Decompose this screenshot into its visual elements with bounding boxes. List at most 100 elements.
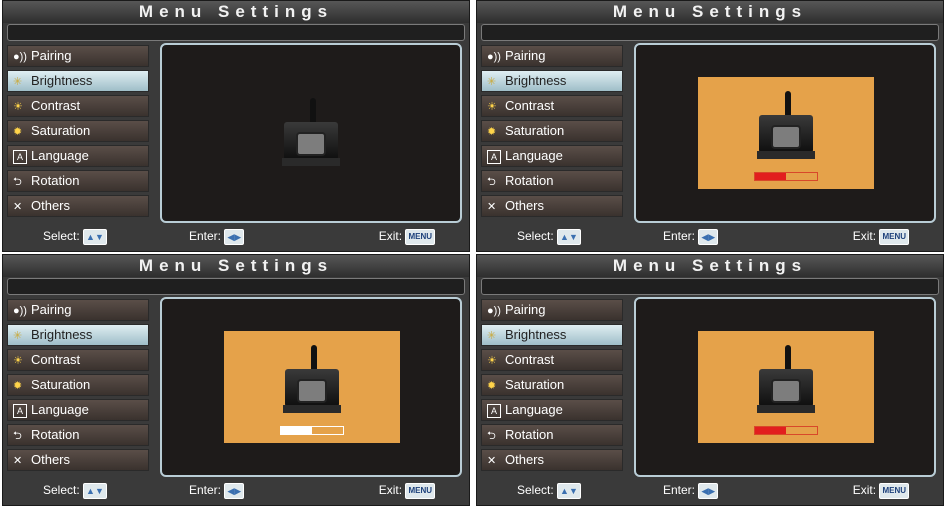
exit-hint: Exit: MENU [379,483,435,499]
saturation-icon: ✹ [487,380,497,392]
enter-hint: Enter: ◀▶ [189,229,245,245]
sidebar-item-label: Others [505,452,545,467]
sidebar-item-rotation[interactable]: ⮌ Rotation [481,170,623,192]
sidebar-item-label: Others [505,198,545,213]
exit-hint: Exit: MENU [379,229,435,245]
up-down-keys-icon: ▲▼ [557,229,581,245]
sidebar-item-language[interactable]: A Language [481,399,623,421]
brightness-level-bar[interactable] [754,426,818,435]
sidebar-item-contrast[interactable]: ☀ Contrast [7,95,149,117]
sidebar-item-language[interactable]: A Language [7,145,149,167]
brightness-level-fill [755,173,786,180]
menu-header-bar [481,278,939,295]
sidebar-item-label: Rotation [31,173,80,188]
camera-base [757,405,815,413]
camera-lens [296,132,326,156]
left-right-keys-icon: ◀▶ [698,229,719,245]
camera-image [755,91,817,161]
menu-header-bar [7,24,465,41]
menu-header-bar [481,24,939,41]
sidebar-item-saturation[interactable]: ✹ Saturation [7,120,149,142]
settings-sidebar: ●)) Pairing ✳ Brightness ☀ Contrast ✹ Satura… [481,299,623,474]
sidebar-item-saturation[interactable]: ✹ Saturation [7,374,149,396]
sidebar-item-pairing[interactable]: ●)) Pairing [7,299,149,321]
menu-key-icon: MENU [405,483,435,499]
sidebar-item-contrast[interactable]: ☀ Contrast [481,349,623,371]
saturation-icon: ✹ [487,126,497,138]
sidebar-item-label: Pairing [505,48,546,63]
brightness-preview-screen [224,331,400,443]
select-hint: Select: ▲▼ [43,229,107,245]
sidebar-item-brightness[interactable]: ✳ Brightness [7,70,149,92]
sidebar-item-brightness[interactable]: ✳ Brightness [481,324,623,346]
pairing-icon: ●)) [487,51,501,63]
enter-hint: Enter: ◀▶ [663,483,719,499]
menu-panel-2: Menu Settings ●)) Pairing ✳ Brightness ☀ Co… [476,0,944,252]
up-down-keys-icon: ▲▼ [83,229,107,245]
sidebar-item-label: Language [505,148,563,163]
menu-key-icon: MENU [879,229,909,245]
sidebar-item-language[interactable]: A Language [481,145,623,167]
tools-icon: ✕ [487,201,497,213]
menu-key-icon: MENU [879,483,909,499]
sidebar-item-label: Pairing [31,302,72,317]
menu-key-icon: MENU [405,229,435,245]
sidebar-item-language[interactable]: A Language [7,399,149,421]
up-down-keys-icon: ▲▼ [557,483,581,499]
tools-icon: ✕ [13,455,23,467]
sidebar-item-others[interactable]: ✕ Others [7,195,149,217]
rotation-icon: ⮌ [13,176,22,188]
sidebar-item-brightness[interactable]: ✳ Brightness [481,70,623,92]
sidebar-item-pairing[interactable]: ●)) Pairing [481,299,623,321]
camera-lens [771,125,801,149]
sidebar-item-label: Brightness [31,73,93,88]
sidebar-item-contrast[interactable]: ☀ Contrast [481,95,623,117]
brightness-icon: ✳ [487,76,497,88]
settings-sidebar: ●)) Pairing ✳ Brightness ☀ Contrast ✹ Satura… [481,45,623,220]
rotation-icon: ⮌ [13,430,22,442]
brightness-icon: ✳ [13,330,23,342]
camera-image [755,345,817,415]
sidebar-item-rotation[interactable]: ⮌ Rotation [481,424,623,446]
left-right-keys-icon: ◀▶ [224,483,245,499]
enter-hint: Enter: ◀▶ [189,483,245,499]
sidebar-item-label: Rotation [505,173,554,188]
sidebar-item-contrast[interactable]: ☀ Contrast [7,349,149,371]
brightness-level-bar[interactable] [754,172,818,181]
sidebar-item-label: Saturation [505,377,565,392]
language-icon: A [13,149,27,164]
sidebar-item-others[interactable]: ✕ Others [481,449,623,471]
select-hint: Select: ▲▼ [517,229,581,245]
brightness-level-bar[interactable] [280,426,344,435]
saturation-icon: ✹ [13,380,23,392]
sidebar-item-pairing[interactable]: ●)) Pairing [7,45,149,67]
sidebar-item-label: Contrast [505,352,555,367]
pairing-icon: ●)) [13,51,27,63]
sidebar-item-rotation[interactable]: ⮌ Rotation [7,424,149,446]
sidebar-item-label: Saturation [505,123,565,138]
sidebar-item-saturation[interactable]: ✹ Saturation [481,374,623,396]
preview-area [160,43,462,223]
sidebar-item-label: Brightness [31,327,93,342]
pairing-icon: ●)) [13,305,27,317]
select-hint: Select: ▲▼ [43,483,107,499]
menu-title: Menu Settings [477,255,943,277]
sidebar-item-saturation[interactable]: ✹ Saturation [481,120,623,142]
sidebar-item-label: Language [505,402,563,417]
sidebar-item-brightness[interactable]: ✳ Brightness [7,324,149,346]
contrast-icon: ☀ [487,355,497,367]
menu-title: Menu Settings [3,1,469,23]
sidebar-item-pairing[interactable]: ●)) Pairing [481,45,623,67]
sidebar-item-label: Saturation [31,377,91,392]
preview-area [634,43,936,223]
settings-sidebar: ●)) Pairing ✳ Brightness ☀ Contrast ✹ Satura… [7,45,149,220]
sidebar-item-rotation[interactable]: ⮌ Rotation [7,170,149,192]
contrast-icon: ☀ [13,355,23,367]
sidebar-item-label: Language [31,402,89,417]
camera-lens [297,379,327,403]
sidebar-item-others[interactable]: ✕ Others [7,449,149,471]
rotation-icon: ⮌ [487,176,496,188]
menu-title: Menu Settings [3,255,469,277]
menu-panel-1: Menu Settings ●)) Pairing ✳ Brightness ☀ Co… [2,0,470,252]
sidebar-item-others[interactable]: ✕ Others [481,195,623,217]
